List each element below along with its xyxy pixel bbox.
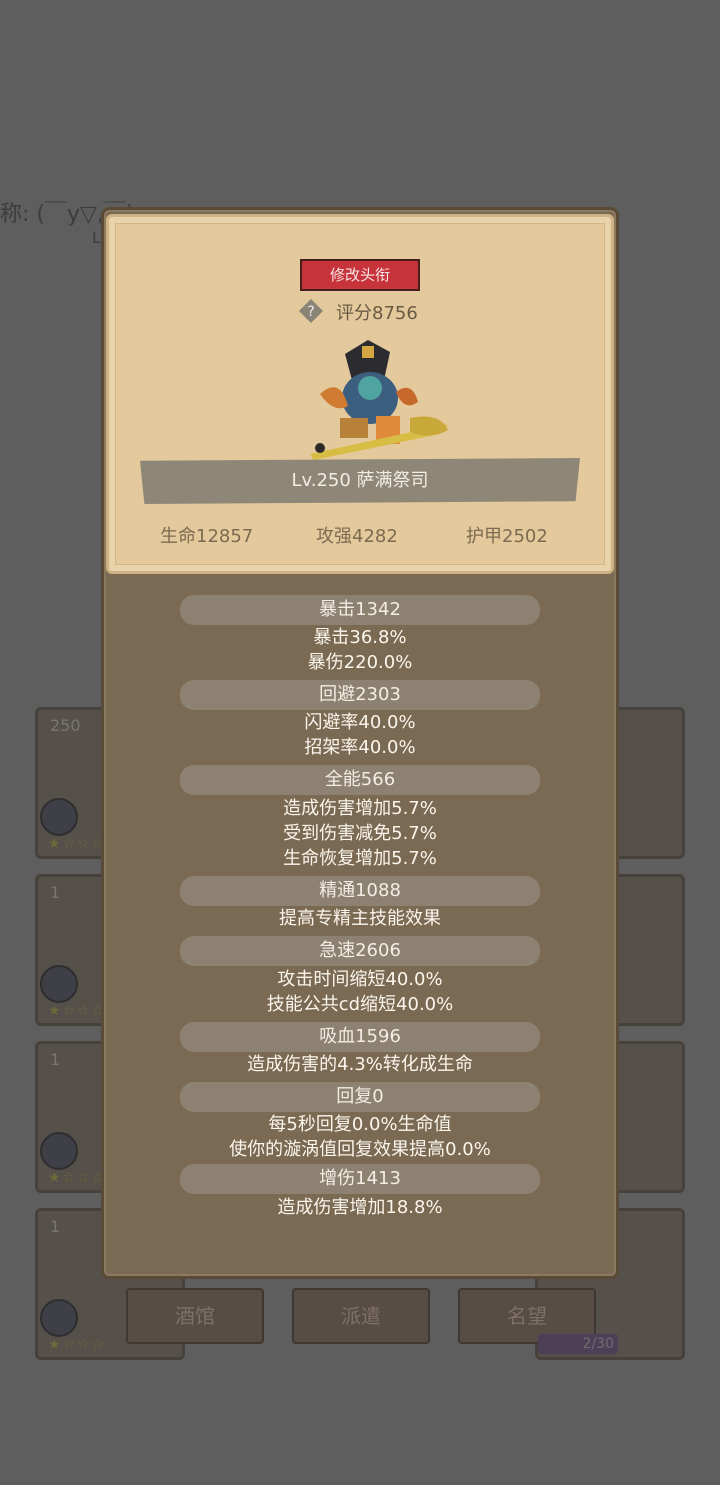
stat-detail-line: 招架率40.0% (304, 737, 416, 758)
stat-detail-line: 暴伤220.0% (307, 652, 413, 673)
star-rating-icon: ★☆☆☆ (48, 836, 107, 852)
stat-detail-line: 闪避率40.0% (304, 712, 416, 733)
damage-bonus-stat-header: 增伤1413 (180, 1164, 540, 1194)
card-level: 1 (50, 1217, 61, 1236)
armor-stat: 护甲2502 (466, 526, 548, 547)
stat-detail-line: 技能公共cd缩短40.0% (266, 994, 454, 1015)
dispatch-button[interactable]: 派遣 (292, 1288, 430, 1344)
stat-detail-line: 提高专精主技能效果 (279, 908, 441, 929)
stat-detail-line: 造成伤害增加5.7% (283, 798, 437, 819)
hp-stat: 生命12857 (160, 526, 254, 547)
skill-orb-icon (40, 1299, 78, 1337)
stat-detail-line: 每5秒回复0.0%生命值 (268, 1114, 452, 1135)
crit-stat-header: 暴击1342 (180, 595, 540, 625)
skill-orb-icon (40, 1132, 78, 1170)
hero-portrait (310, 340, 448, 460)
stat-detail-line: 受到伤害减免5.7% (283, 823, 437, 844)
score-text: 评分8756 (336, 303, 418, 324)
skill-orb-icon (40, 965, 78, 1003)
stat-detail-line: 生命恢复增加5.7% (283, 848, 437, 869)
star-rating-icon: ★☆☆☆ (48, 1170, 107, 1186)
edit-title-button[interactable]: 修改头衔 (300, 259, 420, 291)
card-level: 250 (50, 716, 81, 735)
star-rating-icon: ★☆☆☆ (48, 1337, 107, 1353)
card-level: 1 (50, 883, 61, 902)
help-icon[interactable]: ? (298, 298, 324, 324)
dodge-stat-header: 回避2303 (180, 680, 540, 710)
tavern-button[interactable]: 酒馆 (126, 1288, 264, 1344)
skill-orb-icon (40, 798, 78, 836)
stat-detail-line: 暴击36.8% (313, 627, 407, 648)
versatility-stat-header: 全能566 (180, 765, 540, 795)
star-rating-icon: ★☆☆☆ (48, 1003, 107, 1019)
help-icon-glyph: ? (307, 304, 314, 320)
background-progress: 2/30 (538, 1334, 618, 1354)
mastery-stat-header: 精通1088 (180, 876, 540, 906)
stat-detail-line: 造成伤害增加18.8% (277, 1197, 443, 1218)
haste-stat-header: 急速2606 (180, 936, 540, 966)
attack-stat: 攻强4282 (316, 526, 398, 547)
stat-detail-line: 攻击时间缩短40.0% (277, 969, 443, 990)
hero-name-bar: Lv.250 萨满祭司 (140, 458, 580, 504)
regen-stat-header: 回复0 (180, 1082, 540, 1112)
stat-detail-line: 使你的漩涡值回复效果提高0.0% (229, 1139, 491, 1160)
background-nickname-sub: L (92, 228, 101, 247)
stat-detail-line: 造成伤害的4.3%转化成生命 (247, 1054, 473, 1075)
card-level: 1 (50, 1050, 61, 1069)
lifesteal-stat-header: 吸血1596 (180, 1022, 540, 1052)
